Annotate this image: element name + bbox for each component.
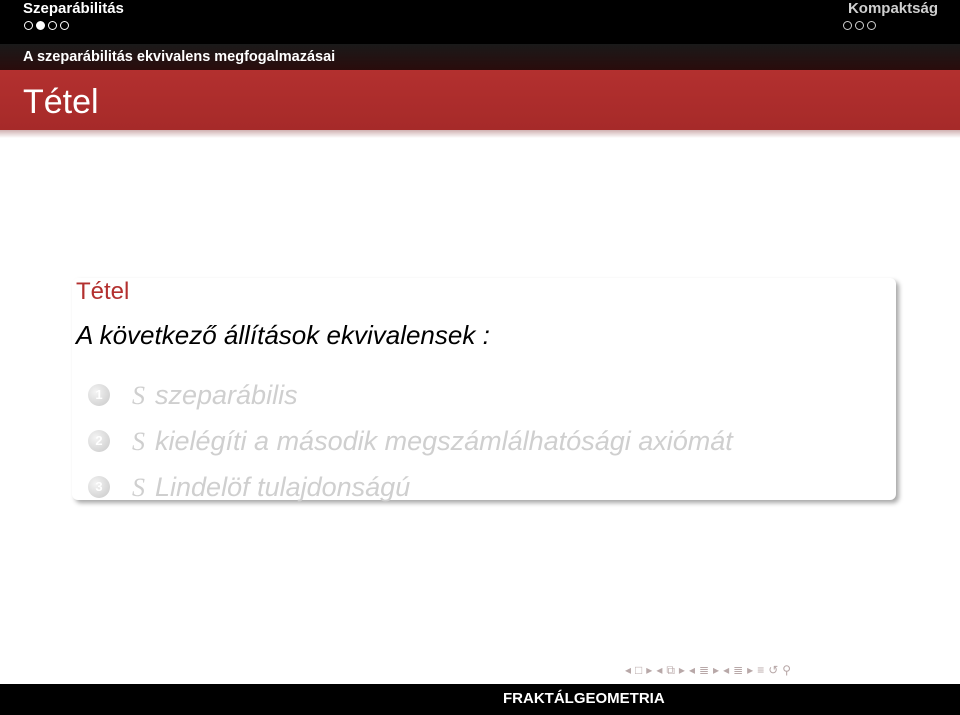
nav-next-arrow-icon[interactable]: ▸ <box>713 663 719 677</box>
theorem-list: 1 Sszeparábilis 2 Skielégíti a második m… <box>88 372 733 510</box>
item-text: S Lindelöf tulajdonságú <box>132 472 410 503</box>
frame-dot[interactable] <box>855 21 864 30</box>
frame-dot[interactable] <box>48 21 57 30</box>
item-label: Lindelöf tulajdonságú <box>155 471 411 502</box>
list-item: 3 S Lindelöf tulajdonságú <box>88 464 733 510</box>
section-progress-dots <box>24 21 69 32</box>
item-label: kielégíti a második megszámlálhatósági a… <box>155 425 733 456</box>
item-number-ball: 1 <box>88 384 110 406</box>
section-link-szeparabilitas[interactable]: Szeparábilitás <box>23 0 124 18</box>
footer-bar: FRAKTÁLGEOMETRIA <box>0 684 960 715</box>
subsection-icon[interactable]: ⧉ <box>666 663 675 677</box>
nav-prev-arrow-icon[interactable]: ◂ <box>656 663 662 677</box>
frame-dot[interactable] <box>60 21 69 30</box>
nav-prev-arrow-icon[interactable]: ◂ <box>625 663 631 677</box>
frame-title-bar: Tétel <box>0 70 960 130</box>
set-symbol: S <box>132 380 145 410</box>
navigation-symbols: ◂ □ ▸ ◂ ⧉ ▸ ◂ ≣ ▸ ◂ ≣ ▸ ≡ ↺ ⚲ <box>625 661 791 679</box>
item-text: Skielégíti a második megszámlálhatósági … <box>132 426 733 457</box>
item-label: szeparábilis <box>155 379 298 410</box>
footer-title: FRAKTÁLGEOMETRIA <box>503 690 665 707</box>
section-icon[interactable]: ≣ <box>733 663 743 677</box>
item-number-ball: 3 <box>88 476 110 498</box>
frame-icon[interactable]: □ <box>635 663 642 677</box>
theorem-intro: A következő állítások ekvivalensek : <box>76 320 490 350</box>
nav-next-arrow-icon[interactable]: ▸ <box>646 663 652 677</box>
section-link-kompaktsag[interactable]: Kompaktság <box>848 0 938 18</box>
item-text: Sszeparábilis <box>132 380 298 411</box>
frame-dot[interactable] <box>867 21 876 30</box>
headline-bar: Szeparábilitás Kompaktság <box>0 0 960 44</box>
nav-prev-arrow-icon[interactable]: ◂ <box>689 663 695 677</box>
undo-icon[interactable]: ↺ <box>768 663 778 677</box>
list-item: 1 Sszeparábilis <box>88 372 733 418</box>
align-icon[interactable]: ≡ <box>757 663 764 677</box>
subsection-title: A szeparábilitás ekvivalens megfogalmazá… <box>23 49 336 65</box>
frame-dot[interactable] <box>24 21 33 30</box>
theorem-block: Tétel A következő állítások ekvivalensek… <box>72 278 896 502</box>
title-shadow <box>0 130 960 138</box>
search-icon[interactable]: ⚲ <box>782 663 791 677</box>
frame-dot[interactable] <box>843 21 852 30</box>
frame-dot-current[interactable] <box>36 21 45 30</box>
subsection-bar: A szeparábilitás ekvivalens megfogalmazá… <box>0 44 960 70</box>
theorem-title: Tétel <box>76 278 130 305</box>
section-icon[interactable]: ≣ <box>699 663 709 677</box>
set-symbol: S <box>132 426 145 456</box>
section-progress-dots <box>843 21 876 32</box>
nav-next-arrow-icon[interactable]: ▸ <box>747 663 753 677</box>
frame-title: Tétel <box>23 83 99 121</box>
list-item: 2 Skielégíti a második megszámlálhatóság… <box>88 418 733 464</box>
set-symbol: S <box>132 472 145 502</box>
item-number-ball: 2 <box>88 430 110 452</box>
nav-next-arrow-icon[interactable]: ▸ <box>679 663 685 677</box>
nav-prev-arrow-icon[interactable]: ◂ <box>723 663 729 677</box>
